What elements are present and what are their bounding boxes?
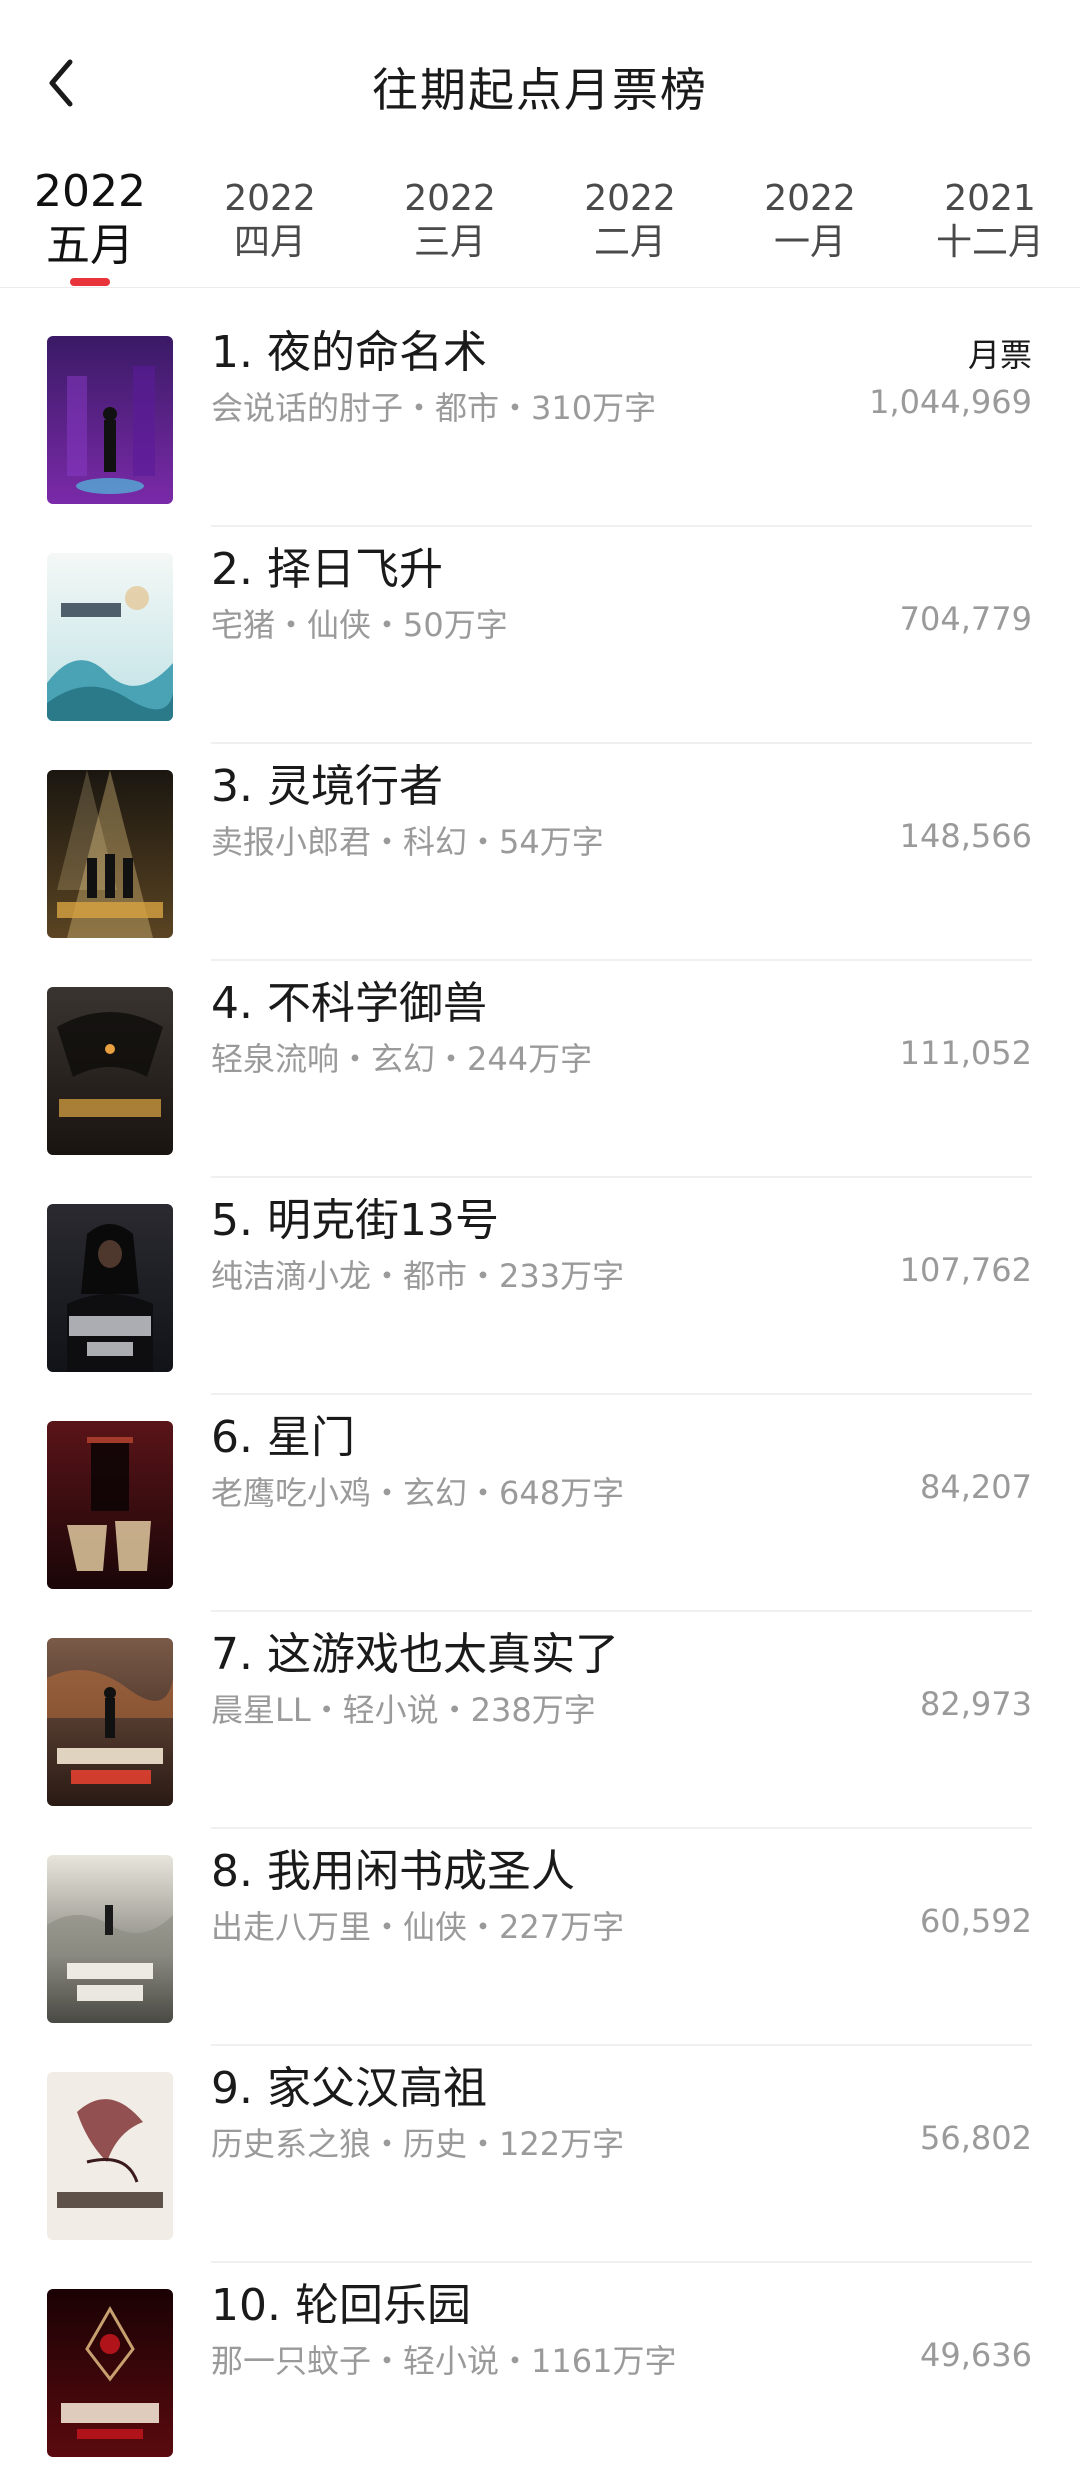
book-title: 6. 星门 [211, 1412, 355, 1463]
book-cover [47, 2072, 173, 2240]
tab-2022-january[interactable]: 2022 一月 [720, 177, 900, 265]
tab-year: 2022 [404, 178, 496, 219]
book-cover [47, 336, 173, 504]
book-row[interactable]: 4. 不科学御兽 轻泉流响・玄幻・244万字 111,052 [0, 939, 1080, 1178]
cover-image [47, 1204, 173, 1372]
tab-year: 2022 [764, 178, 856, 219]
tab-year: 2022 [34, 166, 146, 217]
book-row[interactable]: 1. 夜的命名术 会说话的肘子・都市・310万字 月票 1,044,969 [0, 288, 1080, 527]
book-row[interactable]: 8. 我用闲书成圣人 出走八万里・仙侠・227万字 60,592 [0, 1807, 1080, 2046]
book-title: 10. 轮回乐园 [211, 2280, 471, 2331]
tab-month: 二月 [593, 222, 666, 263]
book-meta: 纯洁滴小龙・都市・233万字 [211, 1257, 625, 1295]
tab-month: 五月 [46, 220, 134, 271]
cover-image [47, 770, 173, 938]
book-title: 4. 不科学御兽 [211, 978, 487, 1029]
book-cover [47, 1421, 173, 1589]
book-cover [47, 553, 173, 721]
monthly-votes: 704,779 [899, 600, 1032, 638]
votes-label: 月票 [967, 336, 1032, 374]
book-cover [47, 1855, 173, 2023]
cover-image [47, 553, 173, 721]
book-meta: 老鹰吃小鸡・玄幻・648万字 [211, 1474, 625, 1512]
book-title: 8. 我用闲书成圣人 [211, 1846, 575, 1897]
page-title: 往期起点月票榜 [372, 63, 708, 117]
tab-year: 2022 [584, 178, 676, 219]
month-tabs: 2022 五月 2022 四月 2022 三月 2022 二月 2022 一月 … [0, 165, 1080, 285]
tab-2022-may[interactable]: 2022 五月 [0, 165, 180, 273]
book-title: 1. 夜的命名术 [211, 327, 487, 378]
cover-image [47, 2289, 173, 2457]
cover-image [47, 1855, 173, 2023]
book-row[interactable]: 7. 这游戏也太真实了 晨星LL・轻小说・238万字 82,973 [0, 1590, 1080, 1829]
monthly-votes: 56,802 [920, 2119, 1032, 2157]
book-meta: 晨星LL・轻小说・238万字 [211, 1691, 596, 1729]
tab-2022-march[interactable]: 2022 三月 [360, 177, 540, 265]
book-title: 9. 家父汉高祖 [211, 2063, 487, 2114]
book-title: 2. 择日飞升 [211, 544, 443, 595]
book-meta: 历史系之狼・历史・122万字 [211, 2125, 625, 2163]
tab-year: 2021 [944, 178, 1036, 219]
book-row[interactable]: 6. 星门 老鹰吃小鸡・玄幻・648万字 84,207 [0, 1373, 1080, 1612]
cover-image [47, 336, 173, 504]
book-row[interactable]: 10. 轮回乐园 那一只蚊子・轻小说・1161万字 49,636 [0, 2241, 1080, 2458]
book-cover [47, 1204, 173, 1372]
book-meta: 卖报小郎君・科幻・54万字 [211, 823, 604, 861]
book-title: 7. 这游戏也太真实了 [211, 1629, 619, 1680]
book-meta: 会说话的肘子・都市・310万字 [211, 389, 657, 427]
monthly-votes: 82,973 [920, 1685, 1032, 1723]
book-meta: 出走八万里・仙侠・227万字 [211, 1908, 625, 1946]
cover-image [47, 2072, 173, 2240]
monthly-votes: 111,052 [899, 1034, 1032, 1072]
book-cover [47, 770, 173, 938]
book-cover [47, 1638, 173, 1806]
tab-month: 一月 [773, 222, 846, 263]
monthly-votes: 60,592 [920, 1902, 1032, 1940]
tab-month: 三月 [413, 222, 486, 263]
monthly-votes: 107,762 [899, 1251, 1032, 1289]
book-title: 3. 灵境行者 [211, 761, 443, 812]
top-bar: 往期起点月票榜 [0, 0, 1080, 165]
tab-month: 十二月 [935, 222, 1044, 263]
book-cover [47, 987, 173, 1155]
monthly-votes: 148,566 [899, 817, 1032, 855]
tab-2021-december[interactable]: 2021 十二月 [900, 177, 1080, 265]
monthly-votes: 1,044,969 [869, 383, 1032, 421]
monthly-votes: 49,636 [920, 2336, 1032, 2374]
tab-2022-february[interactable]: 2022 二月 [540, 177, 720, 265]
tab-year: 2022 [224, 178, 316, 219]
book-meta: 那一只蚊子・轻小说・1161万字 [211, 2342, 677, 2380]
cover-image [47, 1421, 173, 1589]
cover-image [47, 987, 173, 1155]
tab-2022-april[interactable]: 2022 四月 [180, 177, 360, 265]
monthly-votes: 84,207 [920, 1468, 1032, 1506]
active-tab-indicator [70, 278, 110, 286]
book-meta: 宅猪・仙侠・50万字 [211, 606, 508, 644]
book-row[interactable]: 3. 灵境行者 卖报小郎君・科幻・54万字 148,566 [0, 722, 1080, 961]
book-row[interactable]: 2. 择日飞升 宅猪・仙侠・50万字 704,779 [0, 505, 1080, 744]
cover-image [47, 1638, 173, 1806]
tab-month: 四月 [233, 222, 306, 263]
book-row[interactable]: 5. 明克街13号 纯洁滴小龙・都市・233万字 107,762 [0, 1156, 1080, 1395]
book-title: 5. 明克街13号 [211, 1195, 499, 1246]
book-meta: 轻泉流响・玄幻・244万字 [211, 1040, 593, 1078]
book-cover [47, 2289, 173, 2457]
book-row[interactable]: 9. 家父汉高祖 历史系之狼・历史・122万字 56,802 [0, 2024, 1080, 2263]
